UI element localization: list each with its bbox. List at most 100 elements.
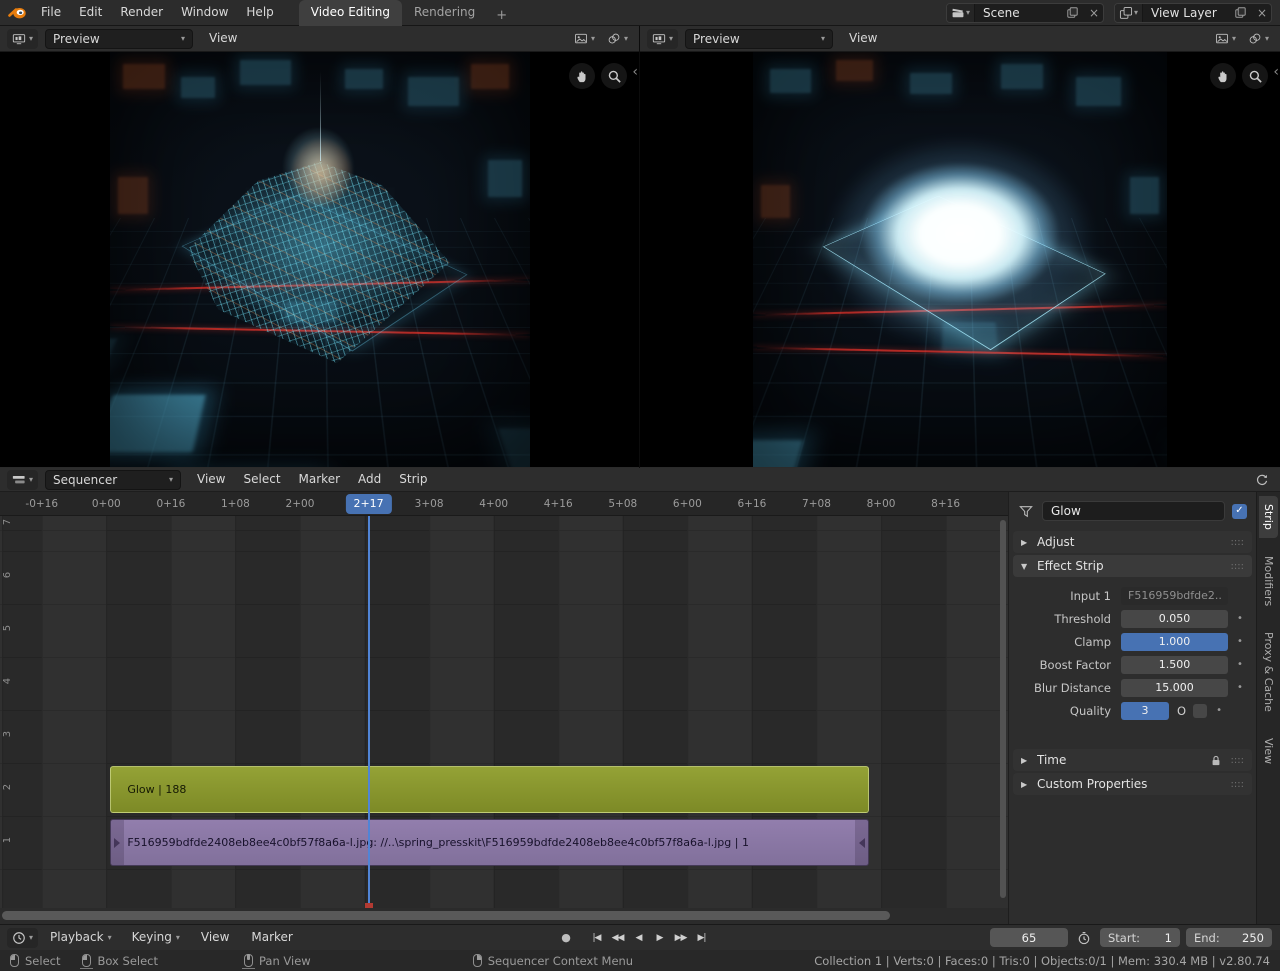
preview-mode-dropdown[interactable]: Preview ▾: [45, 29, 193, 49]
browse-view-layer-button[interactable]: ▾: [1115, 4, 1143, 22]
menu-file[interactable]: File: [32, 0, 70, 25]
view-layer-name-field[interactable]: View Layer: [1143, 4, 1235, 22]
gizmos-dropdown-button[interactable]: ▾: [1211, 29, 1240, 49]
record-button[interactable]: ●: [556, 928, 575, 947]
sidebar-tab-view[interactable]: View: [1259, 730, 1278, 772]
play-button[interactable]: ▶: [650, 928, 669, 947]
boost-factor-field[interactable]: 1.500: [1121, 656, 1228, 674]
scene-name-field[interactable]: Scene: [975, 4, 1067, 22]
sequencer-ruler[interactable]: -0+160+000+161+082+003+084+004+165+086+0…: [0, 492, 1008, 516]
browse-scene-button[interactable]: ▾: [947, 4, 975, 22]
vertical-scrollbar[interactable]: [998, 516, 1008, 908]
pan-gizmo[interactable]: [569, 63, 595, 89]
preview-right-viewport[interactable]: ‹: [640, 52, 1280, 467]
sequencer-menu-strip[interactable]: Strip: [390, 467, 436, 492]
unlink-scene-button[interactable]: ×: [1085, 4, 1103, 22]
next-keyframe-button[interactable]: ▶▶: [671, 928, 690, 947]
panel-header-effect-strip[interactable]: ▼ Effect Strip ::::: [1013, 555, 1252, 577]
strip-handle-left[interactable]: [111, 820, 124, 865]
panel-grip-icon[interactable]: ::::: [1231, 755, 1244, 766]
threshold-field[interactable]: 0.050: [1121, 610, 1228, 628]
animate-property-button[interactable]: •: [1212, 705, 1226, 716]
previous-keyframe-button[interactable]: ◀◀: [608, 928, 627, 947]
editor-type-button[interactable]: ▾: [7, 29, 38, 49]
lock-icon[interactable]: [1208, 753, 1224, 767]
sequencer-canvas[interactable]: 7654321 Glow | 188F516959bdfde2408eb8ee4…: [0, 516, 1008, 908]
clamp-field[interactable]: 1.000: [1121, 633, 1228, 651]
add-workspace-button[interactable]: +: [487, 3, 516, 23]
editor-type-button[interactable]: ▾: [647, 29, 678, 49]
strip-enable-checkbox[interactable]: ✓: [1232, 504, 1247, 519]
workspace-tab-video-editing[interactable]: Video Editing: [299, 0, 402, 26]
current-frame-indicator[interactable]: 2+17: [345, 494, 391, 514]
ruler-tick-label: 4+16: [544, 498, 573, 510]
sequencer-menu-view[interactable]: View: [188, 467, 234, 492]
filter-icon[interactable]: [1017, 503, 1035, 519]
sequencer-menu-add[interactable]: Add: [349, 467, 390, 492]
animate-property-button[interactable]: •: [1233, 659, 1247, 670]
quality-field[interactable]: 3: [1121, 702, 1169, 720]
sequencer-menu-marker[interactable]: Marker: [290, 467, 349, 492]
panel-grip-icon[interactable]: ::::: [1231, 561, 1244, 572]
new-scene-button[interactable]: [1067, 7, 1085, 18]
panel-header-custom-properties[interactable]: ▶ Custom Properties ::::: [1013, 773, 1252, 795]
scrollbar-thumb[interactable]: [2, 911, 890, 920]
zoom-gizmo[interactable]: [1242, 63, 1268, 89]
input-1-field[interactable]: F516959bdfde2..: [1121, 587, 1228, 605]
image-strip[interactable]: F516959bdfde2408eb8ee4c0bf57f8a6a-l.jpg:…: [110, 819, 869, 866]
panel-header-time[interactable]: ▶ Time ::::: [1013, 749, 1252, 771]
strip-name-field[interactable]: Glow: [1042, 501, 1225, 521]
pan-gizmo[interactable]: [1210, 63, 1236, 89]
timeline-marker-menu[interactable]: Marker: [242, 925, 301, 950]
blender-logo-icon[interactable]: [8, 5, 28, 21]
jump-to-start-button[interactable]: |◀: [587, 928, 606, 947]
play-reverse-button[interactable]: ◀: [629, 928, 648, 947]
overlays-dropdown-button[interactable]: ▾: [603, 29, 632, 49]
jump-to-end-button[interactable]: ▶|: [692, 928, 711, 947]
horizontal-scrollbar[interactable]: [0, 908, 1008, 924]
panel-grip-icon[interactable]: ::::: [1231, 537, 1244, 548]
region-collapse-arrow[interactable]: ‹: [1273, 65, 1279, 79]
animate-property-button[interactable]: •: [1233, 682, 1247, 693]
menu-render[interactable]: Render: [111, 0, 172, 25]
blur-distance-field[interactable]: 15.000: [1121, 679, 1228, 697]
keying-menu[interactable]: Keying ▾: [124, 925, 188, 950]
sidebar-tab-strip[interactable]: Strip: [1259, 496, 1278, 538]
playback-menu[interactable]: Playback ▾: [42, 925, 120, 950]
sidebar-tab-proxy-cache[interactable]: Proxy & Cache: [1259, 624, 1278, 720]
menu-edit[interactable]: Edit: [70, 0, 111, 25]
sidebar-tab-modifiers[interactable]: Modifiers: [1259, 548, 1278, 614]
editor-type-button[interactable]: ▾: [7, 470, 38, 490]
start-frame-field[interactable]: Start: 1: [1100, 928, 1180, 947]
add-view-layer-button[interactable]: [1235, 7, 1253, 18]
panel-header-adjust[interactable]: ▶ Adjust ::::: [1013, 531, 1252, 553]
timeline-view-menu[interactable]: View: [192, 925, 238, 950]
remove-view-layer-button[interactable]: ×: [1253, 4, 1271, 22]
strip-handle-right[interactable]: [855, 820, 868, 865]
refresh-sequencer-button[interactable]: [1251, 470, 1273, 490]
menu-help[interactable]: Help: [237, 0, 282, 25]
menu-window[interactable]: Window: [172, 0, 237, 25]
current-frame-field[interactable]: 65: [990, 928, 1068, 947]
sequencer-menu-select[interactable]: Select: [235, 467, 290, 492]
animate-property-button[interactable]: •: [1233, 613, 1247, 624]
workspace-tab-rendering[interactable]: Rendering: [402, 0, 487, 26]
preview-left-viewport[interactable]: ‹: [0, 52, 639, 467]
sequencer-mode-dropdown[interactable]: Sequencer ▾: [45, 470, 181, 490]
editor-type-button[interactable]: ▾: [7, 928, 38, 948]
only-boost-checkbox[interactable]: [1193, 704, 1207, 718]
panel-grip-icon[interactable]: ::::: [1231, 779, 1244, 790]
scrollbar-thumb[interactable]: [1000, 520, 1006, 898]
region-collapse-arrow[interactable]: ‹: [632, 65, 638, 79]
preview-mode-dropdown[interactable]: Preview ▾: [685, 29, 833, 49]
use-preview-range-button[interactable]: [1074, 928, 1094, 947]
preview-view-menu[interactable]: View: [200, 26, 246, 51]
zoom-gizmo[interactable]: [601, 63, 627, 89]
playhead[interactable]: [368, 516, 370, 908]
gizmos-dropdown-button[interactable]: ▾: [570, 29, 599, 49]
effect-strip[interactable]: Glow | 188: [110, 766, 869, 813]
end-frame-field[interactable]: End: 250: [1186, 928, 1272, 947]
overlays-dropdown-button[interactable]: ▾: [1244, 29, 1273, 49]
preview-view-menu[interactable]: View: [840, 26, 886, 51]
animate-property-button[interactable]: •: [1233, 636, 1247, 647]
